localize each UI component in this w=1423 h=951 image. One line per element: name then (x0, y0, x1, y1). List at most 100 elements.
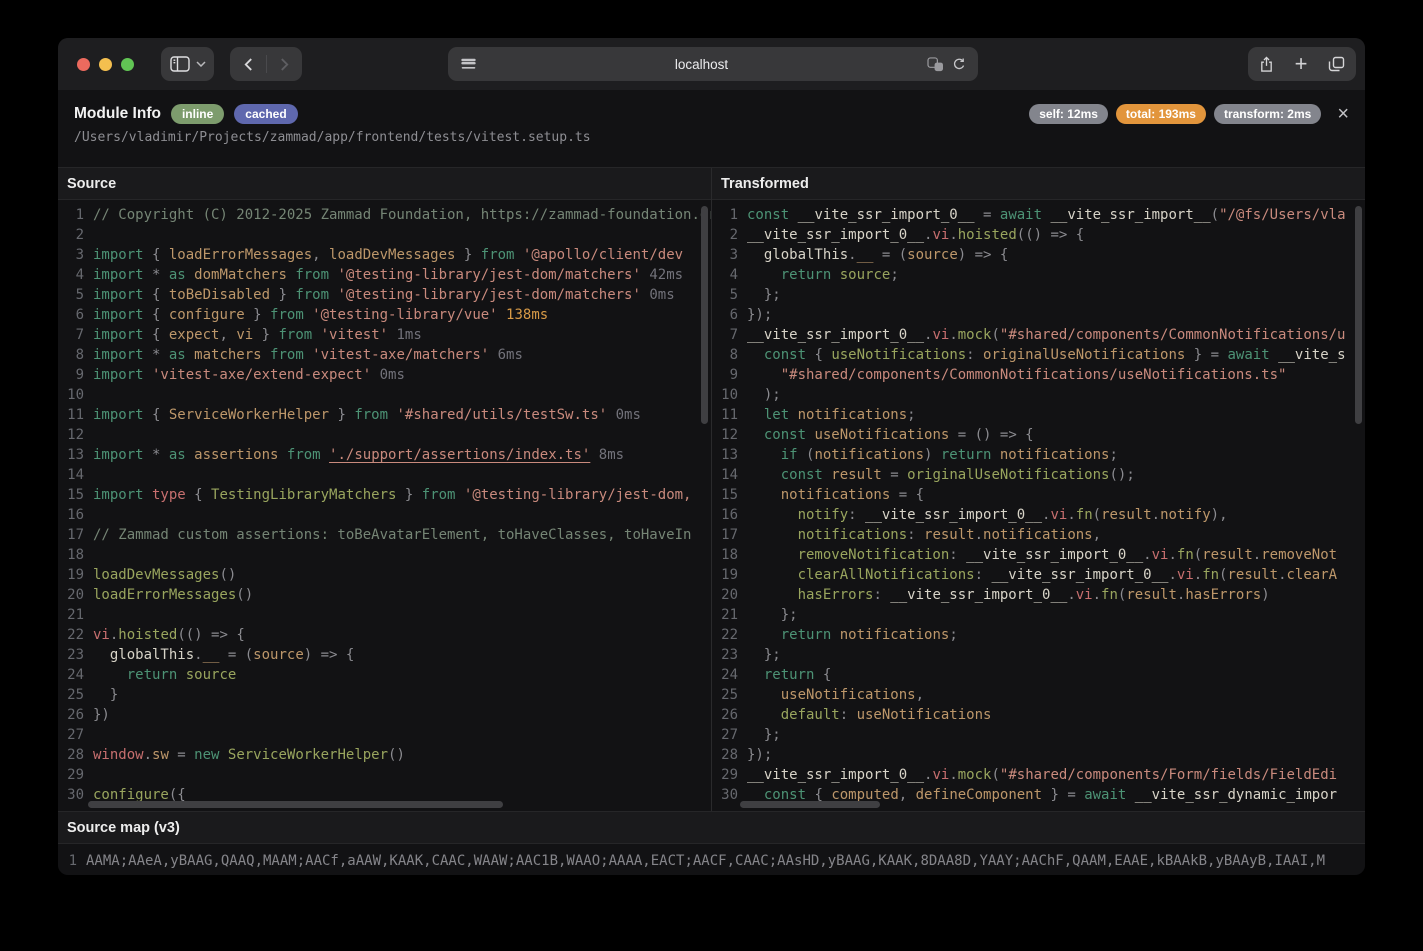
code-line: 17 notifications: result.notifications, (721, 527, 1102, 543)
transformed-panel: Transformed 1 const __vite_ssr_import_0__… (711, 168, 1365, 811)
code-line: 10 ); (721, 387, 781, 403)
transformed-panel-title: Transformed (721, 175, 809, 192)
translate-icon[interactable] (927, 56, 944, 72)
code-line: 7 __vite_ssr_import_0__.vi.mock("#shared/… (729, 327, 1346, 343)
timing-metrics: self: 12ms total: 193ms transform: 2ms (1029, 104, 1322, 124)
code-line: 16 (67, 507, 84, 523)
code-line: 25 useNotifications, (721, 687, 925, 703)
window-zoom-button[interactable] (121, 57, 134, 71)
code-line: 7 import { expect, vi } from 'vitest' 1ms (75, 327, 422, 343)
code-line: 11 import { ServiceWorkerHelper } from '#… (67, 407, 641, 423)
code-line: 26}) (67, 707, 110, 723)
code-line: 28 window.sw = new ServiceWorkerHelper() (67, 747, 405, 763)
code-line: 3 globalThis.__ = (source) => { (729, 247, 1009, 263)
total-time-badge: total: 193ms (1115, 104, 1206, 124)
code-line: 8 import * as matchers from 'vitest-axe/m… (75, 347, 523, 363)
code-line: 2 (75, 227, 84, 243)
sidebar-toggle-button[interactable] (161, 47, 214, 81)
address-bar[interactable]: localhost (448, 47, 978, 81)
code-line: 13 if (notifications) return notificatio… (721, 447, 1118, 463)
code-line: 18 removeNotification: __vite_ssr_import… (721, 547, 1338, 563)
code-line: 26 default: useNotifications (721, 707, 992, 723)
code-line: 29 __vite_ssr_import_0__.vi.mock("#shared… (721, 767, 1338, 783)
toolbar-right-buttons: + (1248, 47, 1356, 81)
code-line: 19 loadDevMessages() (67, 567, 237, 583)
code-line: 1// Copyright (C) 2012-2025 Zammad Found… (75, 207, 711, 223)
window-close-button[interactable] (77, 57, 90, 71)
code-panels: Source 1// Copyright (C) 2012-2025 Zamma… (58, 167, 1365, 811)
code-line: 20 hasErrors: __vite_ssr_import_0__.vi.f… (721, 587, 1270, 603)
code-line: 25 } (67, 687, 119, 703)
code-line: 4 return source; (729, 267, 899, 283)
code-line: 15 import type { TestingLibraryMatchers }… (67, 487, 692, 503)
browser-toolbar: localhost + (58, 38, 1365, 90)
plus-icon: + (1294, 51, 1308, 76)
self-time-badge: self: 12ms (1029, 104, 1108, 124)
reload-button[interactable] (952, 57, 966, 72)
code-line: 15 notifications = { (721, 487, 925, 503)
module-path: /Users/vladimir/Projects/zammad/app/fron… (74, 130, 591, 145)
code-line: 21 }; (721, 607, 798, 623)
nav-divider (266, 55, 267, 73)
forward-button[interactable] (280, 57, 289, 71)
browser-window: localhost + Module Info inline cached se… (58, 38, 1365, 875)
close-button[interactable]: × (1337, 104, 1349, 124)
code-line: 23 globalThis.__ = (source) => { (67, 647, 355, 663)
chevron-down-icon (195, 61, 206, 67)
code-line: 12 const useNotifications = () => { (721, 427, 1034, 443)
code-line: 23 }; (721, 647, 781, 663)
code-line: 18 (67, 547, 84, 563)
transformed-code: 1 const __vite_ssr_import_0__ = await __v… (712, 200, 1365, 811)
code-line: 5 import { toBeDisabled } from '@testing-… (75, 287, 675, 303)
source-vertical-scrollbar[interactable] (701, 206, 708, 424)
sourcemap-mappings: AAMA;AAeA,yBAAG,QAAQ,MAAM;AACf,aAAW,KAAK… (86, 853, 1326, 869)
inline-badge: inline (170, 104, 225, 124)
code-line: 22 vi.hoisted(() => { (67, 627, 245, 643)
source-panel-header: Source (58, 168, 711, 200)
code-line: 20 loadErrorMessages() (67, 587, 254, 603)
code-line: 16 notify: __vite_ssr_import_0__.vi.fn(r… (721, 507, 1228, 523)
code-line: 4 import * as domMatchers from '@testing-… (75, 267, 684, 283)
code-line: 24 return source (67, 667, 237, 683)
transform-time-badge: transform: 2ms (1213, 104, 1322, 124)
source-horizontal-scrollbar[interactable] (88, 801, 503, 808)
code-line: 17// Zammad custom assertions: toBeAvata… (67, 527, 692, 543)
sourcemap-title: Source map (v3) (67, 819, 180, 836)
code-line: 29 (67, 767, 84, 783)
code-line: 19 clearAllNotifications: __vite_ssr_imp… (721, 567, 1338, 583)
new-tab-button[interactable]: + (1295, 53, 1308, 75)
window-minimize-button[interactable] (99, 57, 112, 71)
code-line: 14 (67, 467, 84, 483)
code-line: 2 __vite_ssr_import_0__.vi.hoisted(() => … (729, 227, 1085, 243)
module-info-header: Module Info inline cached self: 12ms tot… (58, 90, 1365, 153)
code-line: 28}); (721, 747, 773, 763)
source-panel: Source 1// Copyright (C) 2012-2025 Zamma… (58, 168, 711, 811)
source-code: 1// Copyright (C) 2012-2025 Zammad Found… (58, 200, 711, 811)
share-button[interactable] (1259, 56, 1274, 73)
code-line: 22 return notifications; (721, 627, 958, 643)
sourcemap-line: 1 AAMA;AAeA,yBAAG,QAAQ,MAAM;AACf,aAAW,KA… (58, 851, 1365, 871)
code-line: 12 (67, 427, 84, 443)
sourcemap-body: 1 AAMA;AAeA,yBAAG,QAAQ,MAAM;AACf,aAAW,KA… (58, 844, 1365, 871)
code-line: 1 const __vite_ssr_import_0__ = await __v… (729, 207, 1346, 223)
code-line: 27 (67, 727, 84, 743)
code-line: 10 (67, 387, 84, 403)
back-button[interactable] (243, 57, 253, 71)
code-line: 14 const result = originalUseNotificatio… (721, 467, 1135, 483)
nav-buttons (230, 47, 302, 81)
url-text[interactable]: localhost (476, 57, 927, 72)
code-line: 24 return { (721, 667, 832, 683)
code-line: 9 import 'vitest-axe/extend-expect' 0ms (75, 367, 405, 383)
page-format-icon[interactable] (461, 58, 476, 71)
tab-overview-button[interactable] (1328, 56, 1345, 72)
transformed-horizontal-scrollbar[interactable] (740, 801, 880, 808)
code-line: 6 import { configure } from '@testing-lib… (75, 307, 549, 323)
code-line: 27 }; (721, 727, 781, 743)
traffic-lights (77, 57, 134, 71)
code-line: 5 }; (729, 287, 781, 303)
sourcemap-header: Source map (v3) (58, 811, 1365, 844)
code-line: 9 "#shared/components/CommonNotification… (729, 367, 1287, 383)
cached-badge: cached (234, 104, 298, 124)
code-line: 11 let notifications; (721, 407, 916, 423)
transformed-vertical-scrollbar[interactable] (1355, 206, 1362, 424)
